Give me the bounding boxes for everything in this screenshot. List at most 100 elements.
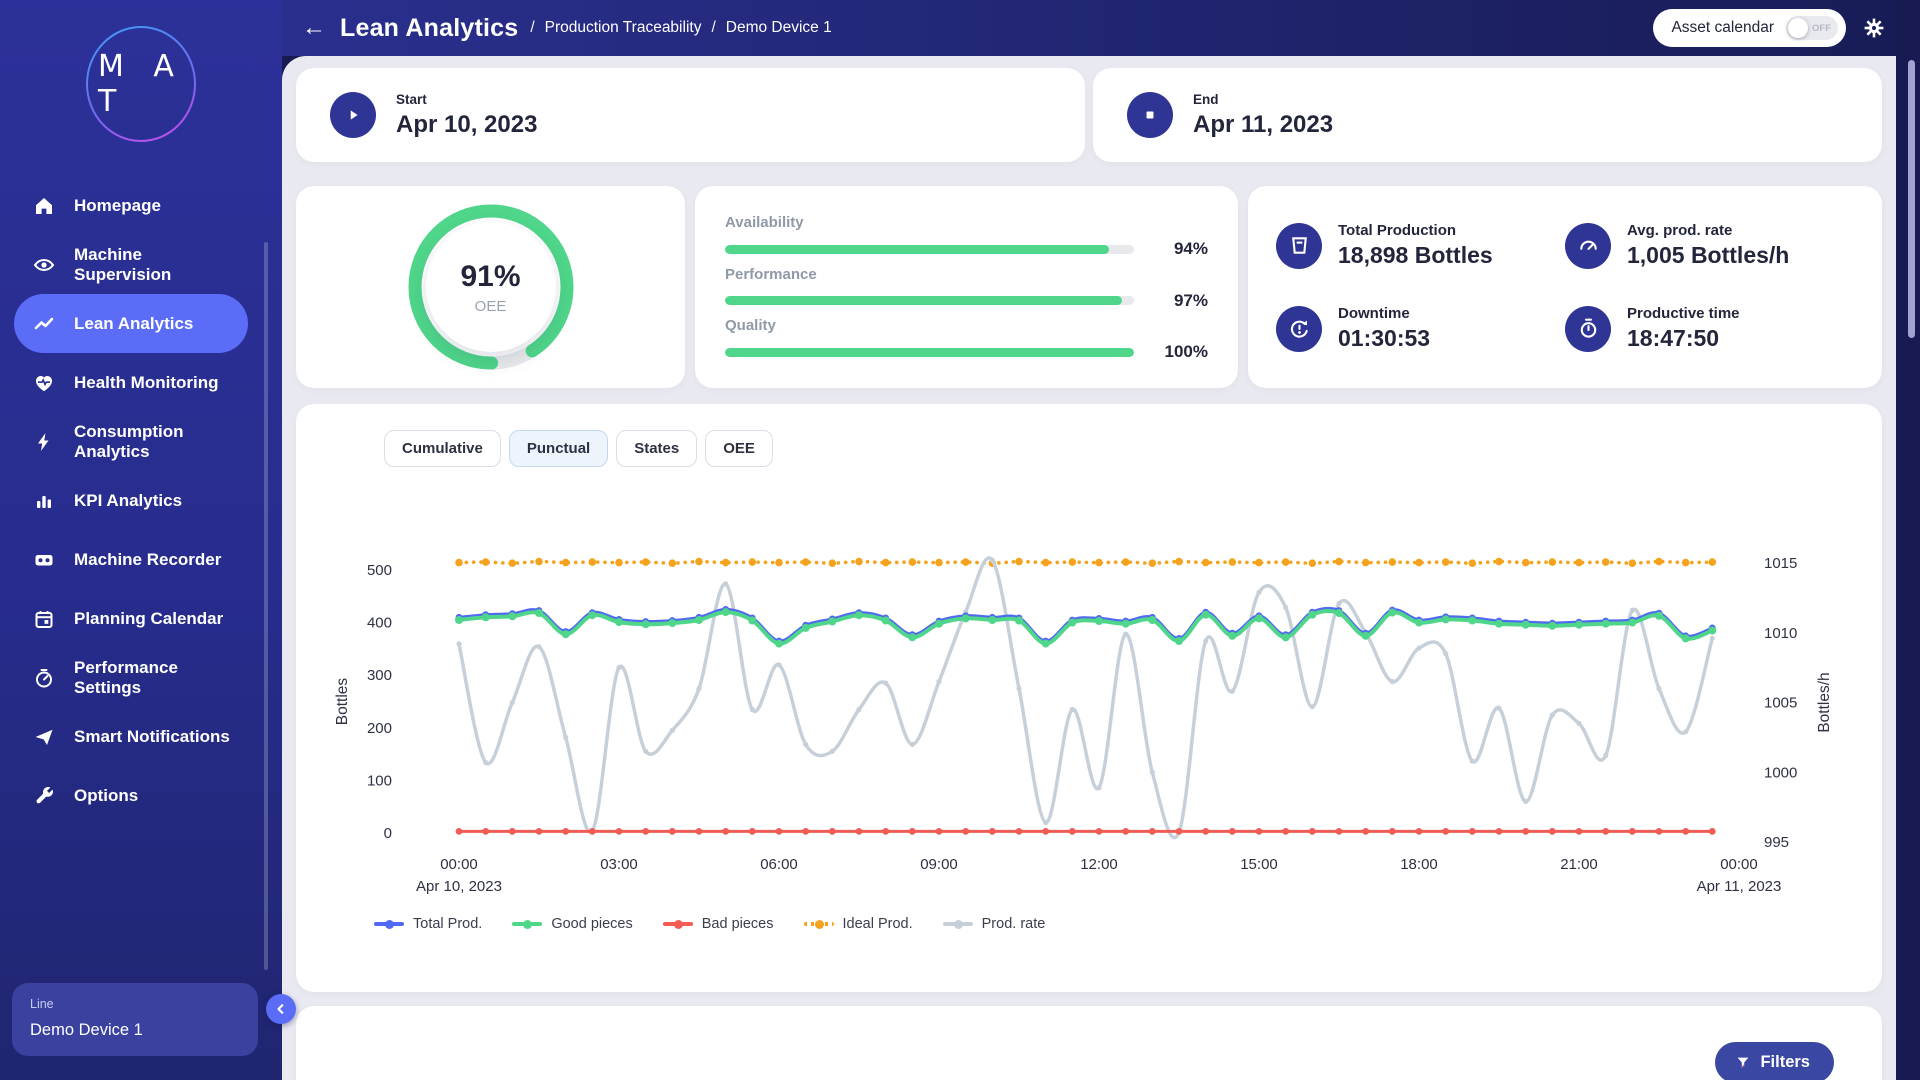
x-axis-tick-label: 06:00: [760, 856, 798, 873]
data-point: [643, 749, 648, 754]
sidebar-scrollbar[interactable]: [264, 242, 268, 970]
start-date: Start Apr 10, 2023: [396, 92, 537, 139]
data-point: [1069, 828, 1076, 835]
data-point: [910, 742, 915, 747]
gear-icon[interactable]: [1862, 16, 1886, 40]
oee-gauge: 91% OEE: [403, 199, 579, 375]
end-date-card[interactable]: End Apr 11, 2023: [1093, 68, 1882, 162]
data-point: [1469, 828, 1476, 835]
data-point: [1415, 559, 1423, 567]
data-point: [776, 662, 781, 667]
x-axis-tick-label: 09:00: [920, 856, 958, 873]
funnel-icon: [1735, 1055, 1751, 1071]
send-icon: [32, 725, 56, 749]
kpi-progress-track: [725, 348, 1134, 357]
legend-bad-pieces[interactable]: Bad pieces: [663, 916, 774, 932]
legend-good-pieces[interactable]: Good pieces: [512, 916, 632, 932]
kpi-label: Quality: [725, 317, 1208, 334]
legend-ideal-prod[interactable]: Ideal Prod.: [804, 916, 913, 932]
data-point: [988, 616, 996, 624]
x-axis-tick-label: 15:00: [1240, 856, 1278, 873]
axis-tick-label: 995: [1764, 834, 1789, 851]
sidebar-item-label: Machine Recorder: [74, 550, 221, 570]
data-point: [1709, 558, 1717, 566]
kpi-progress-fill: [725, 348, 1134, 357]
data-point: [1015, 558, 1023, 566]
sidebar-collapse-button[interactable]: [266, 994, 296, 1024]
data-point: [1390, 679, 1395, 684]
data-point: [535, 609, 543, 617]
stats-card: Total Production 18,898 Bottles Avg. pro…: [1248, 186, 1882, 388]
data-point: [695, 558, 703, 566]
sidebar-item-smart-notifications[interactable]: Smart Notifications: [14, 707, 248, 766]
data-point: [482, 613, 490, 621]
tab-oee[interactable]: OEE: [705, 430, 773, 467]
data-point: [935, 620, 943, 628]
legend-swatch-bad-pieces: [663, 922, 693, 926]
data-point: [882, 617, 890, 625]
oee-gauge-card: 91% OEE: [296, 186, 685, 388]
data-point: [1070, 707, 1075, 712]
topbar-actions: Asset calendar OFF: [1653, 9, 1886, 47]
data-point: [482, 828, 489, 835]
mat-logo-circle: M A T: [86, 26, 196, 142]
tab-states[interactable]: States: [616, 430, 697, 467]
data-point: [882, 559, 890, 567]
sidebar-item-health-monitoring[interactable]: Health Monitoring: [14, 353, 248, 412]
data-point: [695, 616, 703, 624]
asset-calendar-toggle-pill[interactable]: Asset calendar OFF: [1653, 9, 1846, 47]
sidebar-item-homepage[interactable]: Homepage: [14, 176, 248, 235]
data-point: [1682, 559, 1690, 567]
data-point: [1602, 828, 1609, 835]
legend-total-prod[interactable]: Total Prod.: [374, 916, 482, 932]
speedometer-icon: [32, 666, 56, 690]
data-point: [1523, 799, 1528, 804]
breadcrumb-item[interactable]: Production Traceability: [545, 19, 702, 37]
asset-calendar-switch[interactable]: OFF: [1786, 16, 1838, 40]
tab-cumulative[interactable]: Cumulative: [384, 430, 501, 467]
data-point: [1416, 828, 1423, 835]
data-point: [1256, 828, 1263, 835]
sidebar-item-options[interactable]: Options: [14, 766, 248, 825]
axis-tick-label: 300: [367, 667, 392, 684]
filters-label: Filters: [1760, 1053, 1810, 1072]
stat-label: Downtime: [1338, 305, 1430, 322]
sidebar-item-label: Planning Calendar: [74, 609, 223, 629]
data-point: [1229, 558, 1237, 566]
production-line-chart[interactable]: 0100200300400500Bottles99510001005101010…: [312, 471, 1860, 911]
data-point: [1096, 785, 1101, 790]
data-point: [456, 641, 461, 646]
data-point: [802, 624, 810, 632]
data-point: [828, 618, 836, 626]
data-point: [1148, 616, 1156, 624]
page-scrollbar[interactable]: [1908, 60, 1915, 338]
start-date-card[interactable]: Start Apr 10, 2023: [296, 68, 1085, 162]
filters-button[interactable]: Filters: [1715, 1042, 1834, 1080]
data-point: [1043, 820, 1048, 825]
breadcrumb-item[interactable]: Demo Device 1: [726, 19, 832, 37]
tab-punctual[interactable]: Punctual: [509, 430, 608, 467]
data-point: [990, 558, 995, 563]
sidebar-item-planning-calendar[interactable]: Planning Calendar: [14, 589, 248, 648]
sidebar-item-consumption-analytics[interactable]: Consumption Analytics: [14, 412, 248, 471]
sidebar-item-performance-settings[interactable]: Performance Settings: [14, 648, 248, 707]
back-arrow-icon[interactable]: ←: [302, 16, 326, 40]
data-point: [696, 828, 703, 835]
data-point: [509, 828, 516, 835]
sidebar-item-kpi-analytics[interactable]: KPI Analytics: [14, 471, 248, 530]
data-point: [642, 828, 649, 835]
sidebar-item-machine-supervision[interactable]: Machine Supervision: [14, 235, 248, 294]
line-selector[interactable]: Line Demo Device 1: [12, 983, 258, 1056]
data-point: [802, 828, 809, 835]
data-point: [1389, 558, 1397, 566]
data-point: [456, 828, 463, 835]
sidebar-item-lean-analytics[interactable]: Lean Analytics: [14, 294, 248, 353]
sidebar-item-machine-recorder[interactable]: Machine Recorder: [14, 530, 248, 589]
data-point: [509, 559, 517, 567]
stat-value: 18,898 Bottles: [1338, 242, 1493, 269]
data-point: [1175, 637, 1183, 645]
data-point: [1682, 634, 1690, 642]
legend-prod-rate[interactable]: Prod. rate: [943, 916, 1046, 932]
data-point: [1496, 828, 1503, 835]
data-point: [1042, 559, 1050, 567]
